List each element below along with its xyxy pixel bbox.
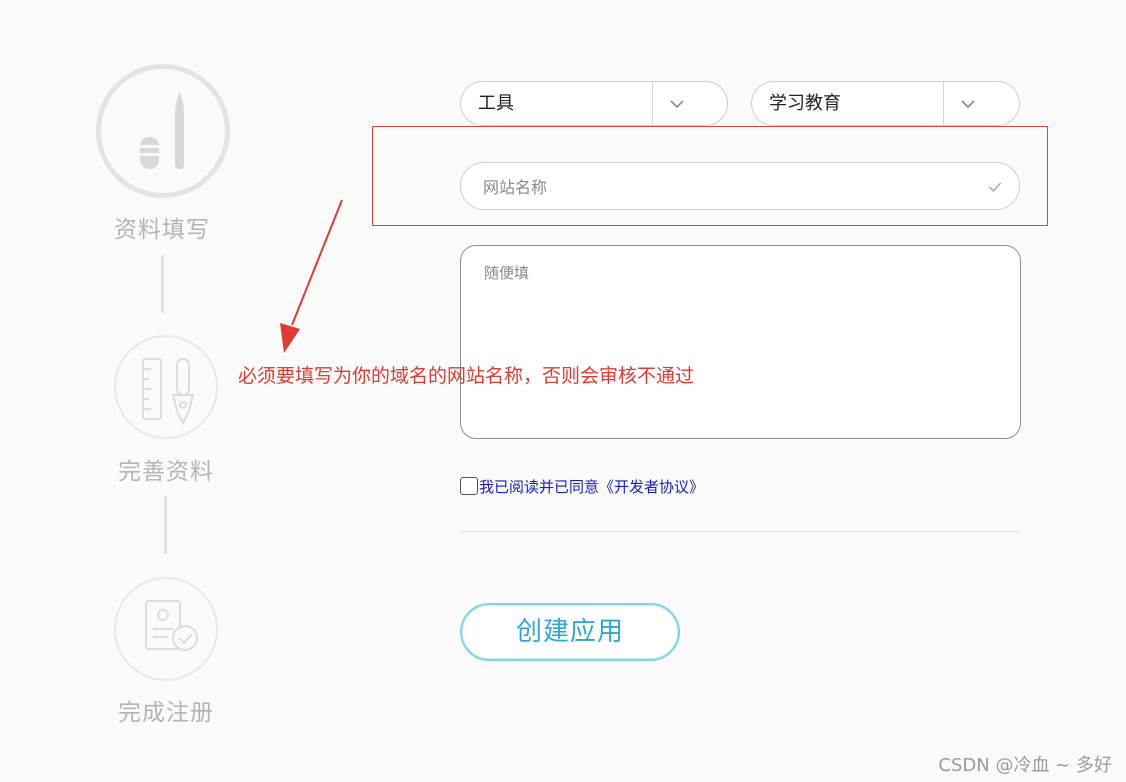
description-field[interactable] xyxy=(460,245,1021,439)
subcategory-select-value: 学习教育 xyxy=(769,93,841,114)
chevron-down-icon[interactable] xyxy=(667,94,687,114)
annotation-arrow xyxy=(280,199,343,353)
ruler-pen-icon xyxy=(142,358,195,426)
registration-stepper: 资料填写 完善资料 完成注册 xyxy=(0,0,300,782)
pencil-icon xyxy=(140,91,184,169)
step-3-circle xyxy=(114,577,218,681)
csdn-watermark: CSDN @冷血 ~ 多好 xyxy=(938,755,1112,776)
step-3-label: 完成注册 xyxy=(118,700,214,726)
step-connector-1 xyxy=(161,255,164,313)
agreement-link[interactable]: 我已阅读并已同意《开发者协议》 xyxy=(479,476,704,497)
description-textarea[interactable] xyxy=(482,260,1001,424)
annotation-highlight-box xyxy=(372,126,1048,226)
step-1-label: 资料填写 xyxy=(114,217,210,243)
category-select-value: 工具 xyxy=(478,93,514,114)
step-connector-2 xyxy=(164,496,167,554)
chevron-down-icon[interactable] xyxy=(958,94,978,114)
agreement-checkbox[interactable] xyxy=(460,477,478,495)
create-app-button[interactable]: 创建应用 xyxy=(460,603,680,661)
document-check-icon xyxy=(145,600,198,651)
form-divider xyxy=(460,531,1020,532)
subcategory-select[interactable]: 学习教育 xyxy=(751,81,1020,126)
step-2-label: 完善资料 xyxy=(118,459,214,485)
step-2-circle xyxy=(114,335,218,439)
category-select[interactable]: 工具 xyxy=(460,81,728,126)
select-divider xyxy=(943,82,944,125)
annotation-note: 必须要填写为你的域名的网站名称，否则会审核不通过 xyxy=(238,365,695,387)
step-1-circle xyxy=(96,64,230,198)
select-divider xyxy=(652,82,653,125)
